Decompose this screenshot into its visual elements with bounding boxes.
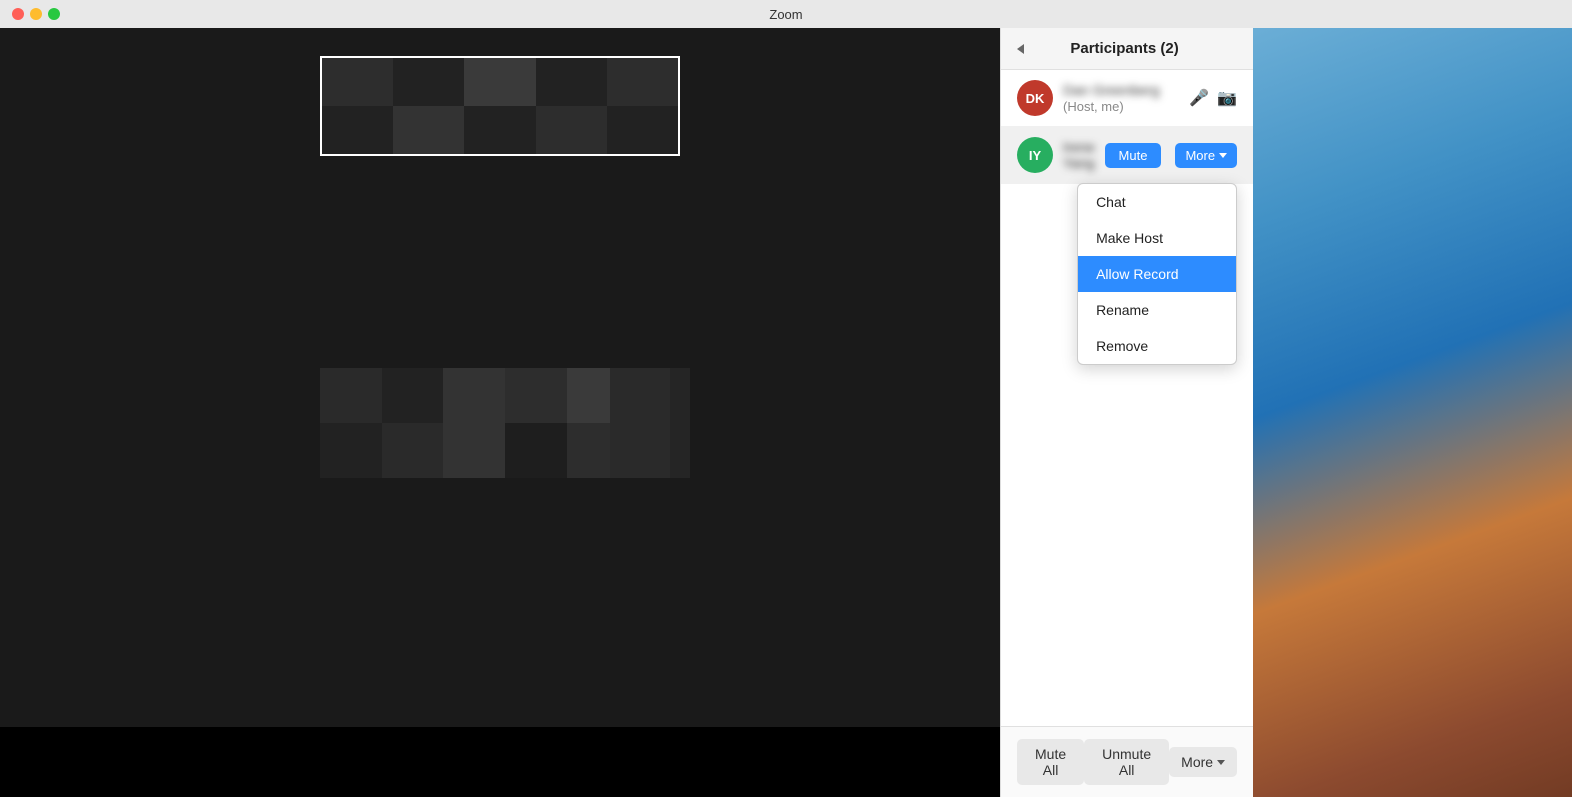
- video-cell: [464, 58, 535, 106]
- video-cell: [464, 106, 535, 154]
- title-bar: Zoom: [0, 0, 1572, 28]
- video-cell: [393, 106, 464, 154]
- camera-off-icon: 📷: [1217, 88, 1237, 108]
- chevron-down-icon: [1219, 153, 1227, 158]
- video-cell: [322, 106, 393, 154]
- participant-icons-iy: Mute More Chat Make Host Allow Record Re…: [1105, 143, 1238, 168]
- maximize-button[interactable]: [48, 8, 60, 20]
- avatar-dk: DK: [1017, 80, 1053, 116]
- more-dropdown-button[interactable]: More: [1175, 143, 1237, 168]
- mic-icon: 🎤: [1189, 88, 1209, 108]
- minimize-button[interactable]: [30, 8, 42, 20]
- video-controls-bar: [0, 727, 1000, 797]
- dropdown-item-chat[interactable]: Chat: [1078, 184, 1236, 220]
- more-label: More: [1185, 148, 1215, 163]
- dropdown-item-remove[interactable]: Remove: [1078, 328, 1236, 364]
- mute-all-button[interactable]: Mute All: [1017, 739, 1084, 785]
- video-cell: [393, 58, 464, 106]
- participants-panel: Participants (2) DK Dan Greenberg (Host,…: [1000, 28, 1253, 797]
- video-cell: [443, 423, 505, 478]
- video-cell: [505, 368, 567, 423]
- main-video-feed: [320, 56, 680, 156]
- mute-button[interactable]: Mute: [1105, 143, 1162, 168]
- chevron-down-footer-icon: [1217, 760, 1225, 765]
- video-cell: [607, 106, 678, 154]
- video-cell: [320, 368, 382, 423]
- participant-name-dk: Dan Greenberg (Host, me): [1063, 82, 1189, 114]
- panel-header: Participants (2): [1001, 28, 1253, 70]
- participant-icons-dk: 🎤 📷: [1189, 88, 1237, 108]
- collapse-chevron-icon[interactable]: [1017, 41, 1024, 57]
- desktop-background: [1253, 28, 1572, 797]
- participant-item-iy: IY Irene Yang Mute More Chat Make: [1001, 127, 1253, 184]
- video-cell: [382, 423, 444, 478]
- more-dropdown-menu: Chat Make Host Allow Record Rename Remov…: [1077, 183, 1237, 365]
- video-area: [0, 28, 1000, 797]
- dropdown-item-rename[interactable]: Rename: [1078, 292, 1236, 328]
- participant-name-iy: Irene Yang: [1063, 139, 1105, 171]
- main-layout: Participants (2) DK Dan Greenberg (Host,…: [0, 28, 1572, 797]
- panel-footer: Mute All Unmute All More: [1001, 726, 1253, 797]
- video-cell: [607, 58, 678, 106]
- participant-item-dk: DK Dan Greenberg (Host, me) 🎤 📷: [1001, 70, 1253, 127]
- more-button-container: More Chat Make Host Allow Record Rename …: [1175, 143, 1237, 168]
- video-cell: [505, 423, 567, 478]
- video-cell: [322, 58, 393, 106]
- panel-title: Participants (2): [1032, 40, 1217, 57]
- video-cell: [320, 423, 382, 478]
- more-footer-label: More: [1181, 754, 1213, 770]
- video-cell: [536, 106, 607, 154]
- close-button[interactable]: [12, 8, 24, 20]
- host-label: (Host, me): [1063, 99, 1124, 114]
- video-cell: [443, 368, 505, 423]
- video-cell: [382, 368, 444, 423]
- more-footer-button[interactable]: More: [1169, 747, 1237, 777]
- app-title: Zoom: [769, 7, 802, 22]
- dropdown-item-allow-record[interactable]: Allow Record: [1078, 256, 1236, 292]
- video-cell: [536, 58, 607, 106]
- participant-list: DK Dan Greenberg (Host, me) 🎤 📷 IY Irene…: [1001, 70, 1253, 726]
- traffic-lights: [12, 8, 60, 20]
- dropdown-item-make-host[interactable]: Make Host: [1078, 220, 1236, 256]
- avatar-iy: IY: [1017, 137, 1053, 173]
- unmute-all-button[interactable]: Unmute All: [1084, 739, 1169, 785]
- video-cell-block: [610, 368, 670, 478]
